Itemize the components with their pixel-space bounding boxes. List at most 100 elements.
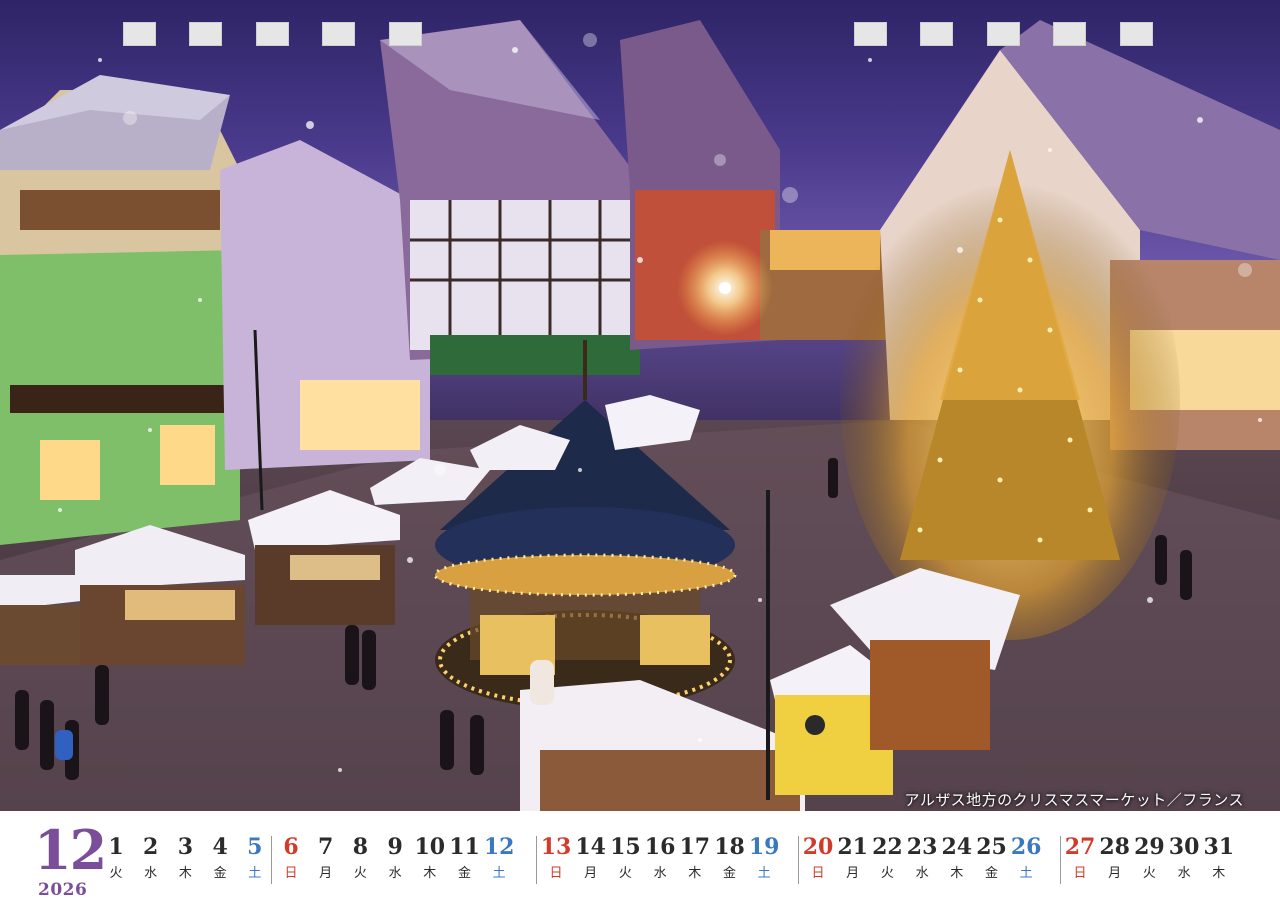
day-cell: 30 水 [1167, 834, 1201, 882]
weekday-label: 金 [722, 866, 736, 881]
weekday-label: 土 [248, 866, 262, 881]
binding-hole [987, 22, 1020, 46]
binding-hole [322, 22, 355, 46]
day-cell: 12 土 [482, 834, 516, 882]
day-cell: 21 月 [836, 834, 870, 882]
weekday-label: 木 [178, 866, 192, 881]
day-cell: 15 火 [608, 834, 642, 882]
day-number: 30 [1168, 834, 1200, 860]
day-cell: 3木 [168, 834, 202, 882]
weekday-label: 水 [915, 866, 929, 881]
day-cell: 29 火 [1132, 834, 1166, 882]
photo-caption: アルザス地方のクリスマスマーケット／フランス [904, 791, 1244, 809]
day-number: 28 [1099, 834, 1130, 860]
binding-hole [1120, 22, 1153, 46]
day-number: 21 [837, 834, 868, 860]
day-number: 9 [387, 834, 403, 860]
weekday-label: 水 [1177, 866, 1191, 881]
day-cell: 16 水 [643, 834, 677, 882]
weekday-label: 火 [109, 866, 123, 881]
day-cell: 10 木 [413, 834, 447, 882]
weekday-label: 月 [1108, 866, 1122, 881]
weekday-label: 水 [653, 866, 667, 881]
weekday-label: 水 [388, 866, 402, 881]
day-cell: 14 月 [574, 834, 608, 882]
day-cell: 17 木 [678, 834, 712, 882]
weekday-label: 火 [1142, 866, 1156, 881]
day-number: 25 [976, 834, 1007, 860]
weekday-label: 土 [492, 866, 506, 881]
year: 2026 [38, 880, 88, 900]
weekday-label: 火 [618, 866, 632, 881]
weekday-label: 火 [353, 866, 367, 881]
weekday-label: 金 [457, 866, 471, 881]
day-number: 13 [540, 834, 572, 860]
binding-hole [920, 22, 953, 46]
week-separator [798, 836, 799, 884]
day-cell: 11 金 [448, 834, 482, 882]
day-cell: 4金 [203, 834, 237, 882]
weekday-label: 木 [423, 866, 437, 881]
week-separator [536, 836, 537, 884]
day-number: 22 [872, 834, 903, 860]
day-number: 20 [802, 834, 834, 860]
weekday-label: 金 [213, 866, 227, 881]
weekday-label: 土 [757, 866, 771, 881]
day-cell: 2水 [134, 834, 168, 882]
day-cell: 13 日 [539, 834, 573, 882]
day-number: 15 [610, 834, 641, 860]
weekday-label: 水 [144, 866, 158, 881]
weekday-label: 月 [584, 866, 598, 881]
day-cell: 18 金 [713, 834, 747, 882]
binding-hole [854, 22, 887, 46]
weekday-label: 日 [1073, 866, 1087, 881]
weekday-label: 月 [319, 866, 333, 881]
day-cell: 19 土 [747, 834, 781, 882]
day-cell: 27 日 [1063, 834, 1097, 882]
day-number: 26 [1010, 834, 1042, 860]
weekday-label: 日 [811, 866, 825, 881]
day-cell: 6日 [274, 834, 308, 882]
day-cell: 1火 [99, 834, 133, 882]
day-number: 11 [449, 834, 480, 860]
day-number: 14 [575, 834, 606, 860]
day-cell: 25 金 [975, 834, 1009, 882]
binding-hole [389, 22, 422, 46]
weekday-label: 土 [1019, 866, 1033, 881]
weekday-label: 木 [688, 866, 702, 881]
day-cell: 7月 [309, 834, 343, 882]
day-cell: 23 水 [905, 834, 939, 882]
day-number: 2 [143, 834, 159, 860]
day-number: 3 [177, 834, 194, 860]
weekday-label: 月 [846, 866, 860, 881]
month-number: 12 [34, 818, 107, 882]
day-number: 19 [748, 834, 780, 860]
weekday-label: 日 [549, 866, 563, 881]
day-number: 10 [414, 834, 446, 860]
day-number: 7 [318, 834, 334, 860]
week-separator [271, 836, 272, 884]
day-cell: 20 日 [801, 834, 835, 882]
weekday-label: 火 [880, 866, 894, 881]
day-cell: 22 火 [870, 834, 904, 882]
binding-hole [189, 22, 222, 46]
weekday-label: 木 [950, 866, 964, 881]
day-number: 8 [352, 834, 369, 860]
day-number: 31 [1203, 834, 1235, 860]
weekday-label: 木 [1212, 866, 1226, 881]
day-number: 12 [483, 834, 515, 860]
day-cell: 5土 [238, 834, 272, 882]
day-number: 5 [247, 834, 263, 860]
binding-hole [1053, 22, 1086, 46]
day-cell: 9水 [378, 834, 412, 882]
calendar-photo: アルザス地方のクリスマスマーケット／フランス [0, 0, 1280, 811]
day-number: 4 [212, 834, 228, 860]
day-number: 6 [283, 834, 299, 860]
day-number: 17 [679, 834, 711, 860]
day-number: 29 [1134, 834, 1165, 860]
day-cell: 24 木 [940, 834, 974, 882]
day-cell: 31 木 [1202, 834, 1236, 882]
christmas-market-illustration [0, 20, 1280, 811]
binding-hole [123, 22, 156, 46]
day-number: 23 [906, 834, 938, 860]
